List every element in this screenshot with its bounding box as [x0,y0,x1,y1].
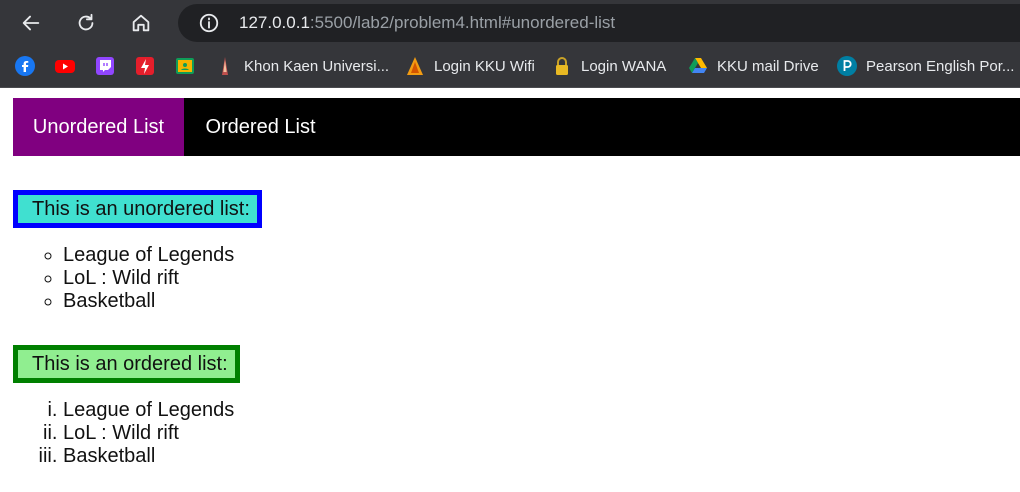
list-item: League of Legends [63,244,234,267]
lock-icon [552,56,572,76]
twitch-icon [95,56,115,76]
url-text[interactable]: 127.0.0.1:5500/lab2/problem4.html#unorde… [239,13,615,33]
bookmark-label: KKU mail Drive [717,57,819,75]
bookmark-wana[interactable]: Login WANA [552,54,666,78]
facebook-icon [15,56,35,76]
reload-icon [78,13,94,31]
home-button[interactable] [126,8,156,38]
list-item: League of Legends [63,399,234,422]
youtube-icon [55,56,75,76]
bookmark-kku-mail-drive[interactable]: KKU mail Drive [688,54,819,78]
back-arrow-icon [22,15,40,31]
wifi-login-icon [405,56,425,76]
ordered-list: League of Legends LoL : Wild rift Basket… [0,399,234,468]
pearson-icon [837,56,857,76]
bookmark-flash[interactable] [135,54,155,78]
tab-unordered-list[interactable]: Unordered List [13,98,184,156]
info-icon[interactable] [198,12,220,34]
bookmark-label: Login KKU Wifi [434,57,535,75]
google-drive-icon [688,56,708,76]
flash-icon [135,56,155,76]
unordered-list: League of Legends LoL : Wild rift Basket… [0,244,234,313]
browser-toolbar: 127.0.0.1:5500/lab2/problem4.html#unorde… [0,0,1020,46]
unordered-list-heading: This is an unordered list: [13,190,262,228]
bookmark-kku[interactable]: Khon Kaen Universi... [215,54,389,78]
bookmark-pearson[interactable]: Pearson English Por... [837,54,1014,78]
bookmark-classroom[interactable] [175,54,195,78]
classroom-icon [175,56,195,76]
address-bar[interactable]: 127.0.0.1:5500/lab2/problem4.html#unorde… [178,4,1020,42]
home-icon [132,14,150,32]
bookmark-kku-wifi[interactable]: Login KKU Wifi [405,54,535,78]
list-item: Basketball [63,290,234,313]
list-item: LoL : Wild rift [63,422,234,445]
reload-button[interactable] [71,8,101,38]
back-button[interactable] [16,8,46,38]
list-item: Basketball [63,445,234,468]
bookmark-label: Pearson English Por... [866,57,1015,75]
ordered-list-heading: This is an ordered list: [13,345,240,383]
bookmark-twitch[interactable] [95,54,115,78]
kku-icon [215,56,235,76]
url-host: 127.0.0.1 [239,13,310,32]
bookmark-youtube[interactable] [55,54,75,78]
bookmark-label: Login WANA [581,57,667,75]
list-item: LoL : Wild rift [63,267,234,290]
bookmark-facebook[interactable] [15,54,35,78]
url-path: :5500/lab2/problem4.html#unordered-list [309,13,616,32]
tab-ordered-list[interactable]: Ordered List [184,98,337,156]
bookmarks-bar: Khon Kaen Universi... Login KKU Wifi Log… [0,46,1020,88]
bookmark-label: Khon Kaen Universi... [244,57,390,75]
page-navbar: Unordered List Ordered List [13,98,1020,156]
